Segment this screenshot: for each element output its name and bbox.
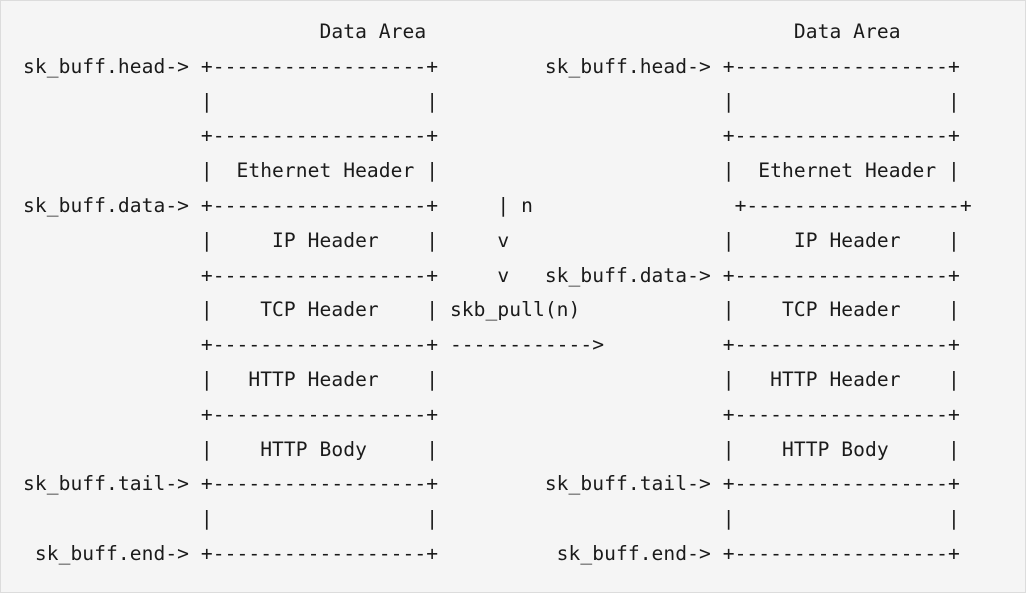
diagram-canvas: Data Area Data Area sk_buff.head-> +----… xyxy=(0,0,1026,593)
ascii-art-figure: Data Area Data Area sk_buff.head-> +----… xyxy=(23,20,972,565)
